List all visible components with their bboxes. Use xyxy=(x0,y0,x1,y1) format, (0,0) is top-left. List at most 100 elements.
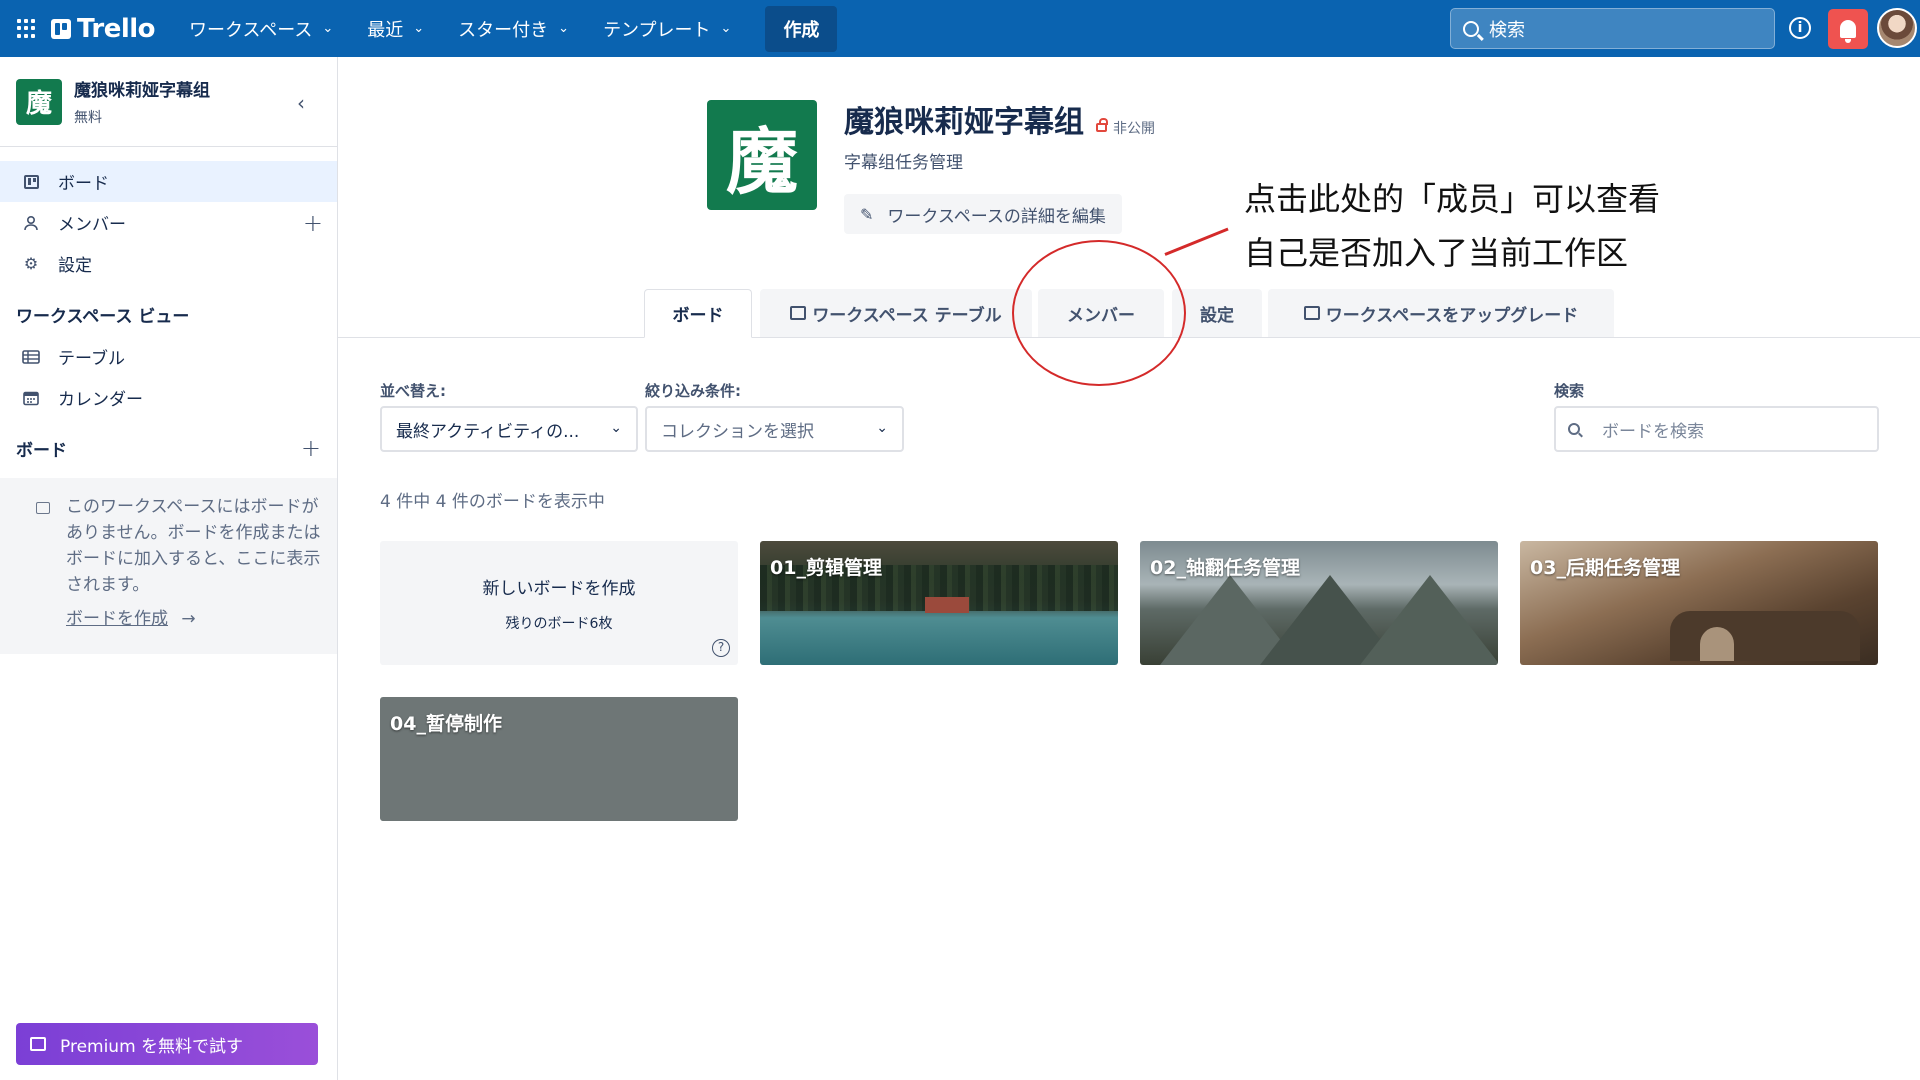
workspace-views-heading: ワークスペース ビュー xyxy=(16,306,190,327)
board-tile[interactable]: 01_剪辑管理 xyxy=(760,541,1118,665)
top-navigation-bar: Trello ワークスペース ⌄ 最近 ⌄ スター付き ⌄ テンプレート ⌄ 作… xyxy=(0,0,1920,57)
board-tile-title: 03_后期任务管理 xyxy=(1530,557,1680,579)
workspace-title: 魔狼咪莉娅字幕组 xyxy=(844,105,1084,140)
board-background-detail xyxy=(925,597,969,613)
collection-filter-select[interactable]: コレクションを選択 ⌄ xyxy=(645,406,904,452)
sidebar-item-calendar[interactable]: カレンダー xyxy=(0,377,337,418)
tab-label: ワークスペースをアップグレード xyxy=(1325,305,1579,326)
sort-select[interactable]: 最終アクティビティの... ⌄ xyxy=(380,406,638,452)
board-tile[interactable]: 02_轴翻任务管理 xyxy=(1140,541,1498,665)
search-icon xyxy=(1568,423,1580,435)
tab-label: 設定 xyxy=(1200,305,1234,326)
tab-label: ボード xyxy=(672,306,724,326)
nav-workspaces-label: ワークスペース xyxy=(189,19,313,41)
lock-icon xyxy=(1096,118,1108,132)
chevron-down-icon: ⌄ xyxy=(558,21,570,36)
board-tile[interactable]: 03_后期任务管理 xyxy=(1520,541,1878,665)
table-icon xyxy=(22,348,40,366)
chevron-down-icon: ⌄ xyxy=(720,21,732,36)
sidebar-item-label: ボード xyxy=(58,174,109,194)
board-icon xyxy=(22,173,40,191)
board-background-image xyxy=(1360,575,1498,665)
apps-grid-icon[interactable] xyxy=(17,18,37,39)
nav-recent-label: 最近 xyxy=(367,19,404,41)
info-icon[interactable]: i xyxy=(1789,17,1811,39)
collection-filter-value: コレクションを選択 xyxy=(661,421,814,442)
nav-templates-label: テンプレート xyxy=(603,19,711,41)
board-tile-title: 01_剪辑管理 xyxy=(770,557,882,579)
board-tile-title: 02_轴翻任务管理 xyxy=(1150,557,1300,579)
chevron-down-icon: ⌄ xyxy=(413,21,425,36)
nav-starred-menu[interactable]: スター付き ⌄ xyxy=(452,8,575,50)
bell-icon xyxy=(1840,20,1856,43)
annotation-line-2: 自己是否加入了当前工作区 xyxy=(1244,234,1629,272)
create-board-link-label: ボードを作成 xyxy=(66,609,168,629)
workspace-logo-small[interactable]: 魔 xyxy=(16,78,62,125)
sidebar: 魔 魔狼咪莉娅字幕组 無料 ‹ ボード メンバー + ⚙ 設定 ワークスペース … xyxy=(0,57,338,1080)
search-icon xyxy=(1463,20,1479,37)
chevron-down-icon: ⌄ xyxy=(610,420,622,436)
workspace-title-row: 魔狼咪莉娅字幕组 非公開 xyxy=(844,97,1155,141)
sort-label: 並べ替え: xyxy=(380,382,446,400)
global-search-input[interactable]: 検索 xyxy=(1450,8,1775,49)
boards-heading-label: ボード xyxy=(16,440,67,461)
sidebar-item-label: 設定 xyxy=(58,256,92,276)
annotation-line-1: 点击此处的「成员」可以查看 xyxy=(1244,180,1661,218)
premium-icon xyxy=(790,306,807,320)
nav-workspaces-menu[interactable]: ワークスペース ⌄ xyxy=(183,8,339,50)
edit-workspace-label: ワークスペースの詳細を編集 xyxy=(887,206,1106,227)
create-button[interactable]: 作成 xyxy=(765,5,838,52)
board-count-text: 4 件中 4 件のボードを表示中 xyxy=(380,492,605,512)
premium-icon xyxy=(1303,306,1320,320)
sort-select-value: 最終アクティビティの... xyxy=(396,421,580,442)
workspace-description: 字幕组任务管理 xyxy=(844,153,963,173)
create-new-board-title: 新しいボードを作成 xyxy=(482,578,636,599)
filter-label: 絞り込み条件: xyxy=(645,382,741,400)
workspace-logo-large-wrap: 魔 xyxy=(707,100,817,210)
create-board-link[interactable]: ボードを作成 xyxy=(66,606,168,632)
user-avatar[interactable] xyxy=(1877,8,1917,48)
help-icon[interactable]: ? xyxy=(712,639,730,657)
add-member-plus-icon[interactable]: + xyxy=(303,209,323,237)
add-board-plus-icon[interactable]: + xyxy=(301,434,321,462)
boards-heading: ボード + xyxy=(0,426,337,470)
collapse-sidebar-icon[interactable]: ‹ xyxy=(297,91,305,115)
chevron-down-icon: ⌄ xyxy=(876,420,888,436)
sidebar-workspace-header: 魔 魔狼咪莉娅字幕组 無料 ‹ xyxy=(0,57,337,147)
board-search-placeholder: ボードを検索 xyxy=(1602,421,1704,442)
nav-starred-label: スター付き xyxy=(458,19,549,41)
board-search-input[interactable]: ボードを検索 xyxy=(1554,406,1879,452)
annotation-circle xyxy=(1012,240,1186,386)
sidebar-item-table[interactable]: テーブル xyxy=(0,336,337,377)
sidebar-item-boards[interactable]: ボード xyxy=(0,161,337,202)
create-new-board-tile[interactable]: 新しいボードを作成 残りのボード6枚 ? xyxy=(380,541,738,665)
sidebar-item-members[interactable]: メンバー + xyxy=(0,202,337,243)
trello-logo-icon xyxy=(51,18,71,39)
sidebar-workspace-name: 魔狼咪莉娅字幕组 xyxy=(74,81,210,101)
nav-recent-menu[interactable]: 最近 ⌄ xyxy=(361,8,430,50)
premium-icon xyxy=(30,1037,46,1051)
privacy-badge[interactable]: 非公開 xyxy=(1096,118,1155,138)
board-search-label: 検索 xyxy=(1554,382,1585,400)
tab-boards[interactable]: ボード xyxy=(644,289,752,338)
try-premium-button[interactable]: Premium を無料で試す xyxy=(16,1023,318,1065)
sidebar-item-label: メンバー xyxy=(58,215,126,235)
person-icon xyxy=(22,214,40,232)
sidebar-item-label: カレンダー xyxy=(58,390,143,410)
trello-logo[interactable]: Trello xyxy=(51,14,156,44)
annotation-pointer-line xyxy=(1164,227,1229,256)
global-search-placeholder: 検索 xyxy=(1489,19,1525,41)
tab-workspace-table[interactable]: ワークスペース テーブル xyxy=(760,289,1032,337)
workspace-logo-large[interactable]: 魔 xyxy=(707,100,817,210)
notifications-button[interactable] xyxy=(1828,9,1868,49)
empty-boards-message: このワークスペースにはボードがありません。ボードを作成またはボードに加入すると、… xyxy=(0,478,337,654)
sidebar-workspace-info: 魔狼咪莉娅字幕组 無料 xyxy=(74,76,210,127)
tab-upgrade-workspace[interactable]: ワークスペースをアップグレード xyxy=(1268,289,1614,337)
board-tile-title: 04_暂停制作 xyxy=(390,713,502,735)
edit-workspace-details-button[interactable]: ✎ ワークスペースの詳細を編集 xyxy=(844,194,1122,234)
sidebar-item-settings[interactable]: ⚙ 設定 xyxy=(0,243,337,284)
board-tile[interactable]: 04_暂停制作 xyxy=(380,697,738,821)
nav-templates-menu[interactable]: テンプレート ⌄ xyxy=(597,8,737,50)
board-icon xyxy=(36,502,50,514)
chevron-down-icon: ⌄ xyxy=(322,21,334,36)
